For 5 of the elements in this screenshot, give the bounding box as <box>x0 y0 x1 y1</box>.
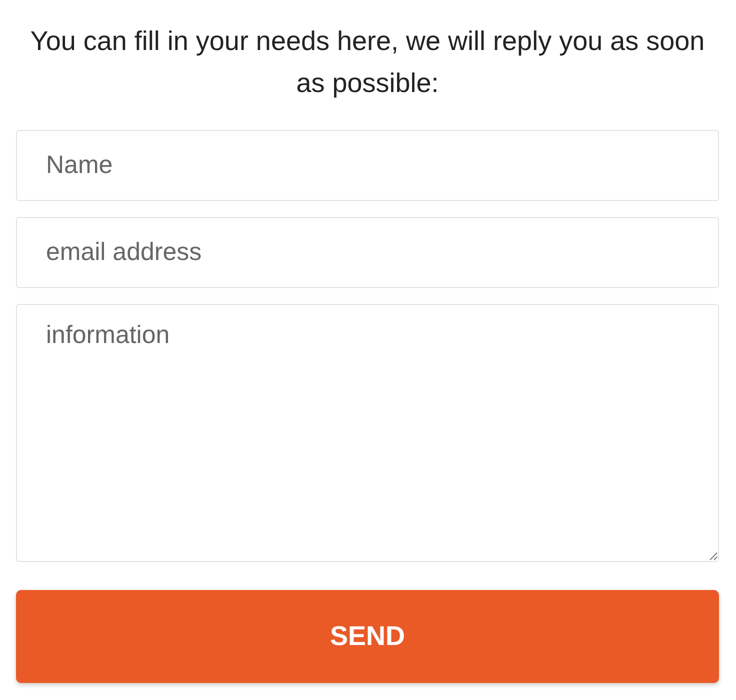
send-button[interactable]: SEND <box>16 590 719 683</box>
message-field[interactable]: information <box>16 304 719 562</box>
input-field[interactable]: email address <box>16 217 719 288</box>
input-field[interactable]: Name <box>16 130 719 201</box>
form-heading: You can fill in your needs here, we will reply you as soon as possible: <box>29 25 706 100</box>
